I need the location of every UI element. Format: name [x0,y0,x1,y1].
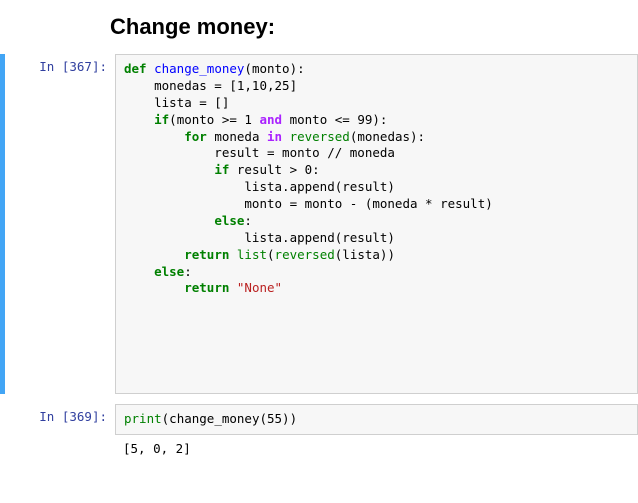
keyword-and: and [259,112,282,127]
code-text: lista.append(result) [124,179,395,194]
input-prompt: In [369]: [5,404,115,435]
function-name: change_money [154,61,244,76]
input-prompt: In [367]: [5,54,115,394]
code-text: (55)) [259,411,297,426]
code-text: : [184,264,192,279]
code-text: monto <= 99): [282,112,387,127]
code-text: (monto >= 1 [169,112,259,127]
code-text: result > 0: [229,162,319,177]
code-text [282,129,290,144]
keyword-else: else [214,213,244,228]
keyword-if: if [214,162,229,177]
keyword-return: return [184,280,229,295]
builtin-reversed: reversed [275,247,335,262]
output-text: [5, 0, 2] [115,435,638,464]
code-text: monedas = [1,10,25] [124,78,297,93]
keyword-if: if [154,112,169,127]
builtin-print: print [124,411,162,426]
keyword-else: else [154,264,184,279]
keyword-def: def [124,61,147,76]
code-cell-1: In [367]: def change_money(monto): moned… [0,54,638,394]
string-literal: "None" [237,280,282,295]
output-cell: [5, 0, 2] [0,435,638,464]
function-call: change_money [169,411,259,426]
code-text: lista.append(result) [124,230,395,245]
keyword-in: in [267,129,282,144]
code-text: (monedas): [350,129,425,144]
section-heading: Change money: [0,8,638,40]
code-text: monto = monto - (moneda * result) [124,196,493,211]
code-text: (monto): [244,61,304,76]
output-prompt [5,435,115,464]
code-cell-2: In [369]: print(change_money(55)) [0,404,638,435]
code-text: (lista)) [335,247,395,262]
code-text: lista = [] [124,95,229,110]
keyword-return: return [184,247,229,262]
builtin-list: list [237,247,267,262]
code-editor[interactable]: print(change_money(55)) [115,404,638,435]
builtin-reversed: reversed [290,129,350,144]
keyword-for: for [184,129,207,144]
code-text: ( [267,247,275,262]
code-text [229,280,237,295]
code-text [229,247,237,262]
code-editor[interactable]: def change_money(monto): monedas = [1,10… [115,54,638,394]
code-text: : [244,213,252,228]
code-text: result = monto // moneda [124,145,395,160]
code-text: moneda [207,129,267,144]
